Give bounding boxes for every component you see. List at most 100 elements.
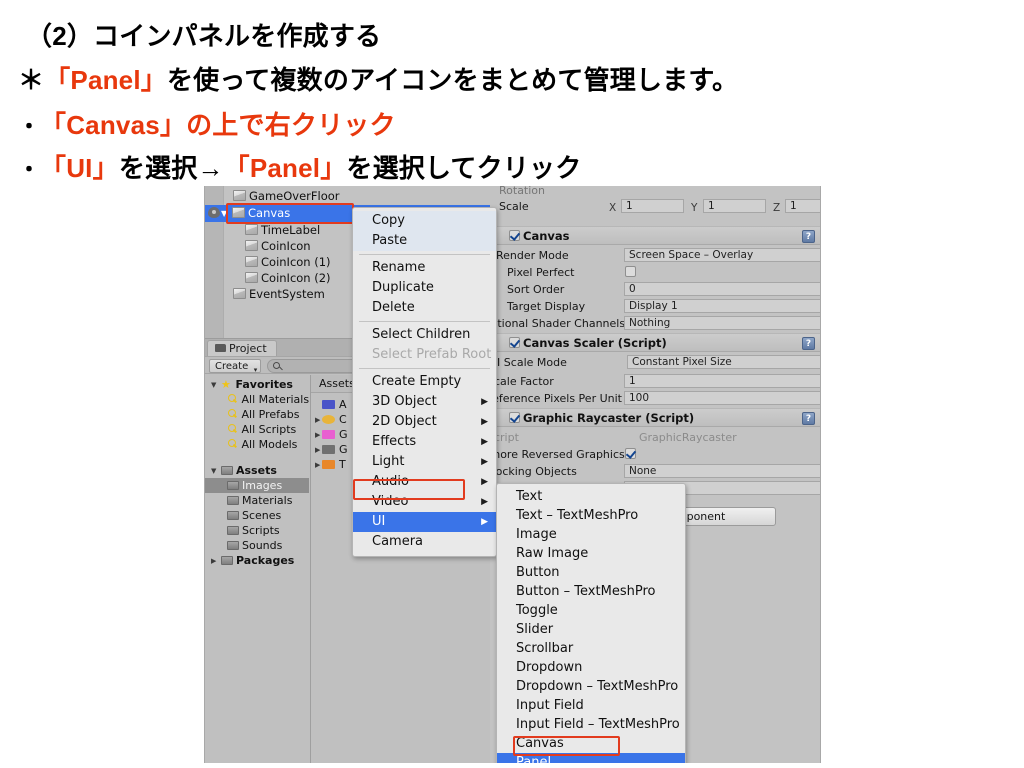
sort-order-input[interactable]: 0 <box>624 282 820 296</box>
tab-project[interactable]: Project <box>207 340 277 356</box>
ui-submenu-item-raw-image[interactable]: Raw Image <box>497 544 685 563</box>
scale-z-input[interactable]: 1 <box>785 199 820 213</box>
field-script: Script GraphicRaycaster <box>487 429 820 446</box>
project-tree-item-materials[interactable]: Materials <box>205 493 309 508</box>
ui-submenu-item-dropdown[interactable]: Dropdown <box>497 658 685 677</box>
context-menu-item-duplicate[interactable]: Duplicate <box>353 278 496 298</box>
ignore-reversed-graphics-checkbox[interactable] <box>625 448 636 459</box>
project-tree-item-assets[interactable]: ▼ Assets <box>205 463 309 478</box>
project-tree-item-all-materials[interactable]: All Materials <box>205 392 309 407</box>
project-tree-item-scripts[interactable]: Scripts <box>205 523 309 538</box>
field-label: Pixel Perfect <box>507 266 575 279</box>
project-tree-item-label: All Materials <box>241 393 310 406</box>
ui-submenu-item-slider[interactable]: Slider <box>497 620 685 639</box>
scale-y-input[interactable]: 1 <box>703 199 766 213</box>
context-menu-item-3d-object[interactable]: 3D Object ▶ <box>353 392 496 412</box>
project-tree-item-sounds[interactable]: Sounds <box>205 538 309 553</box>
ui-submenu-item-button[interactable]: Button <box>497 563 685 582</box>
ui-submenu-item-scrollbar[interactable]: Scrollbar <box>497 639 685 658</box>
help-icon[interactable]: ? <box>802 230 815 243</box>
context-menu-item-light[interactable]: Light ▶ <box>353 452 496 472</box>
gameobject-cube-icon <box>233 288 246 299</box>
reference-pixels-input[interactable]: 100 <box>624 391 820 405</box>
context-menu-item-paste[interactable]: Paste <box>353 231 496 251</box>
ui-submenu-item-dropdown-textmeshpro[interactable]: Dropdown – TextMeshPro <box>497 677 685 696</box>
bullet-icon: ・ <box>18 157 41 182</box>
pixel-perfect-checkbox[interactable] <box>625 266 636 277</box>
context-menu-item-select-children[interactable]: Select Children <box>353 325 496 345</box>
ui-submenu-item-toggle[interactable]: Toggle <box>497 601 685 620</box>
shader-channels-dropdown[interactable]: Nothing <box>624 316 820 330</box>
context-menu-item-copy[interactable]: Copy <box>353 211 496 231</box>
component-enabled-checkbox[interactable] <box>509 337 520 348</box>
component-enabled-checkbox[interactable] <box>509 230 520 241</box>
ui-submenu-item-text[interactable]: Text <box>497 487 685 506</box>
help-icon[interactable]: ? <box>802 412 815 425</box>
field-label: Reference Pixels Per Unit <box>485 392 622 405</box>
asterisk-marker: ＊ <box>18 65 45 95</box>
target-display-dropdown[interactable]: Display 1 <box>624 299 820 313</box>
expand-triangle-icon[interactable]: ▶ <box>211 554 221 569</box>
blocking-objects-dropdown[interactable]: None <box>624 464 820 478</box>
render-mode-dropdown[interactable]: Screen Space – Overlay <box>624 248 820 262</box>
component-enabled-checkbox[interactable] <box>509 412 520 423</box>
context-menu-item-2d-object[interactable]: 2D Object ▶ <box>353 412 496 432</box>
context-menu-item-label: Light <box>372 454 405 469</box>
context-menu-item-camera[interactable]: Camera <box>353 532 496 552</box>
ui-submenu-item-input-field[interactable]: Input Field <box>497 696 685 715</box>
expand-triangle-icon[interactable]: ▼ <box>211 378 221 393</box>
expand-triangle-icon[interactable]: ▼ <box>221 205 232 222</box>
ui-submenu-item-panel[interactable]: Panel <box>497 753 685 763</box>
context-menu-item-delete[interactable]: Delete <box>353 298 496 318</box>
context-menu-item-effects[interactable]: Effects ▶ <box>353 432 496 452</box>
chevron-right-icon: ▶ <box>481 437 488 447</box>
scale-x-input[interactable]: 1 <box>621 199 684 213</box>
component-header-graphic-raycaster[interactable]: Graphic Raycaster (Script) ? <box>491 408 820 427</box>
create-button[interactable]: Create ▾ <box>209 359 262 374</box>
project-tree-item-all-prefabs[interactable]: All Prefabs <box>205 407 309 422</box>
project-tree-item-label: Scripts <box>242 524 280 537</box>
ui-submenu-item-canvas[interactable]: Canvas <box>497 734 685 753</box>
asset-type-icon <box>322 415 335 424</box>
field-additional-shader-channels: Additional Shader Channels Nothing <box>473 315 820 332</box>
ui-scale-mode-dropdown[interactable]: Constant Pixel Size <box>627 355 820 369</box>
context-menu-item-label: UI <box>372 514 386 529</box>
component-header-canvas-scaler[interactable]: Canvas Scaler (Script) ? <box>491 333 820 352</box>
field-sort-order: Sort Order 0 <box>491 281 820 298</box>
help-icon[interactable]: ? <box>802 337 815 350</box>
project-tree-item-scenes[interactable]: Scenes <box>205 508 309 523</box>
ui-submenu-item-text-textmeshpro[interactable]: Text – TextMeshPro <box>497 506 685 525</box>
context-menu-item-rename[interactable]: Rename <box>353 258 496 278</box>
project-tree-item-favorites[interactable]: ▼ ★ Favorites <box>205 377 309 392</box>
context-menu-group-edit: Rename Duplicate Delete <box>353 258 496 318</box>
project-tree-item-images[interactable]: Images <box>205 478 309 493</box>
asset-item-label: G <box>339 428 348 441</box>
expand-triangle-icon[interactable]: ▶ <box>311 428 322 443</box>
project-tree-item-packages[interactable]: ▶ Packages <box>205 553 309 568</box>
project-tree-item-all-models[interactable]: All Models <box>205 437 309 452</box>
slide-line-3: ・「Canvas」の上で右クリック <box>18 105 396 142</box>
context-menu-item-audio[interactable]: Audio ▶ <box>353 472 496 492</box>
expand-triangle-icon[interactable]: ▼ <box>211 464 221 479</box>
visibility-eye-icon[interactable] <box>208 207 220 218</box>
slide-line-2: ＊「Panel」を使って複数のアイコンをまとめて管理します。 <box>18 60 738 97</box>
expand-triangle-icon[interactable]: ▶ <box>311 413 322 428</box>
chevron-right-icon: ▶ <box>481 497 488 507</box>
project-tree-item-label: Assets <box>236 464 277 477</box>
context-menu-item-ui[interactable]: UI ▶ <box>353 512 496 532</box>
expand-triangle-icon[interactable]: ▶ <box>311 458 322 473</box>
scale-factor-input[interactable]: 1 <box>624 374 820 388</box>
folder-icon <box>227 511 239 520</box>
field-ui-scale-mode: UI Scale Mode Constant Pixel Size <box>489 354 820 371</box>
ui-submenu-item-image[interactable]: Image <box>497 525 685 544</box>
project-tree-item-all-scripts[interactable]: All Scripts <box>205 422 309 437</box>
ui-submenu-item-button-textmeshpro[interactable]: Button – TextMeshPro <box>497 582 685 601</box>
hierarchy-item-gameoverfloor[interactable]: GameOverFloor <box>205 188 490 205</box>
ui-submenu-item-input-field-textmeshpro[interactable]: Input Field – TextMeshPro <box>497 715 685 734</box>
context-menu-item-create-empty[interactable]: Create Empty <box>353 372 496 392</box>
context-menu-item-video[interactable]: Video ▶ <box>353 492 496 512</box>
component-header-canvas[interactable]: Canvas ? <box>491 226 820 245</box>
folder-icon <box>227 526 239 535</box>
project-tree-item-label: Favorites <box>235 378 293 391</box>
expand-triangle-icon[interactable]: ▶ <box>311 443 322 458</box>
